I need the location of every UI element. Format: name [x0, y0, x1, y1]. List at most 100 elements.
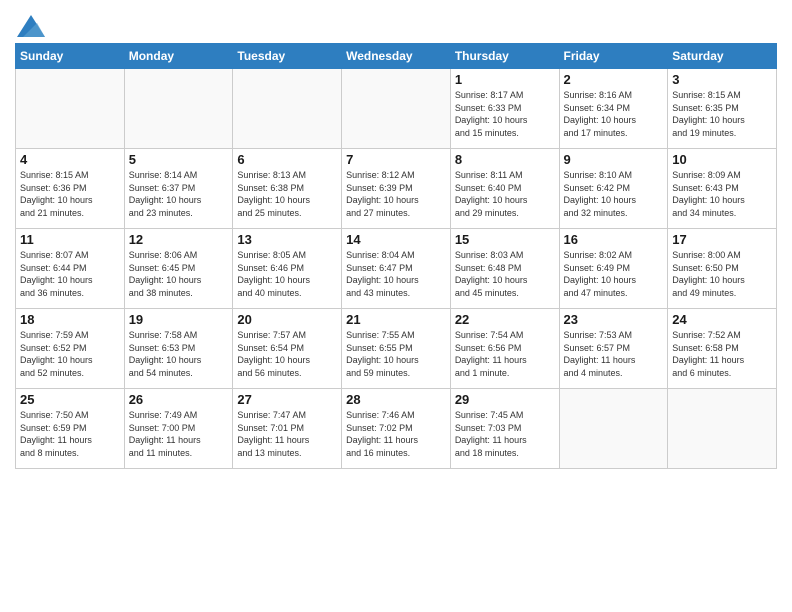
day-number: 25 [20, 392, 120, 407]
day-number: 12 [129, 232, 229, 247]
day-cell: 5 Sunrise: 8:14 AM Sunset: 6:37 PM Daylig… [124, 149, 233, 229]
day-info: Sunrise: 8:06 AM Sunset: 6:45 PM Dayligh… [129, 249, 229, 299]
day-cell: 18 Sunrise: 7:59 AM Sunset: 6:52 PM Dayli… [16, 309, 125, 389]
col-header-friday: Friday [559, 44, 668, 69]
day-number: 13 [237, 232, 337, 247]
day-number: 8 [455, 152, 555, 167]
day-cell: 27 Sunrise: 7:47 AM Sunset: 7:01 PM Dayli… [233, 389, 342, 469]
day-cell: 10Sunrise: 8:09 AM Sunset: 6:43 PM Dayli… [668, 149, 777, 229]
day-info: Sunrise: 8:02 AM Sunset: 6:49 PM Dayligh… [564, 249, 664, 299]
day-info: Sunrise: 8:14 AM Sunset: 6:37 PM Dayligh… [129, 169, 229, 219]
day-info: Sunrise: 8:09 AM Sunset: 6:43 PM Dayligh… [672, 169, 772, 219]
day-number: 6 [237, 152, 337, 167]
day-number: 17 [672, 232, 772, 247]
day-number: 27 [237, 392, 337, 407]
day-number: 5 [129, 152, 229, 167]
day-cell: 16 Sunrise: 8:02 AM Sunset: 6:49 PM Dayli… [559, 229, 668, 309]
logo-text [15, 15, 45, 37]
day-info: Sunrise: 7:57 AM Sunset: 6:54 PM Dayligh… [237, 329, 337, 379]
day-cell: 19 Sunrise: 7:58 AM Sunset: 6:53 PM Dayli… [124, 309, 233, 389]
day-cell [342, 69, 451, 149]
day-cell: 9 Sunrise: 8:10 AM Sunset: 6:42 PM Daylig… [559, 149, 668, 229]
col-header-thursday: Thursday [450, 44, 559, 69]
day-info: Sunrise: 8:03 AM Sunset: 6:48 PM Dayligh… [455, 249, 555, 299]
day-number: 2 [564, 72, 664, 87]
day-number: 9 [564, 152, 664, 167]
day-info: Sunrise: 7:50 AM Sunset: 6:59 PM Dayligh… [20, 409, 120, 459]
page: SundayMondayTuesdayWednesdayThursdayFrid… [0, 0, 792, 484]
day-cell: 29Sunrise: 7:45 AM Sunset: 7:03 PM Dayli… [450, 389, 559, 469]
day-cell [16, 69, 125, 149]
logo [15, 10, 45, 37]
day-cell: 26 Sunrise: 7:49 AM Sunset: 7:00 PM Dayli… [124, 389, 233, 469]
day-cell: 1 Sunrise: 8:17 AM Sunset: 6:33 PM Daylig… [450, 69, 559, 149]
header-row: SundayMondayTuesdayWednesdayThursdayFrid… [16, 44, 777, 69]
day-number: 22 [455, 312, 555, 327]
day-number: 3 [672, 72, 772, 87]
day-cell [668, 389, 777, 469]
day-cell: 17 Sunrise: 8:00 AM Sunset: 6:50 PM Dayli… [668, 229, 777, 309]
day-info: Sunrise: 7:46 AM Sunset: 7:02 PM Dayligh… [346, 409, 446, 459]
day-cell: 28 Sunrise: 7:46 AM Sunset: 7:02 PM Dayli… [342, 389, 451, 469]
day-cell: 22 Sunrise: 7:54 AM Sunset: 6:56 PM Dayli… [450, 309, 559, 389]
day-cell [124, 69, 233, 149]
day-number: 26 [129, 392, 229, 407]
day-info: Sunrise: 8:05 AM Sunset: 6:46 PM Dayligh… [237, 249, 337, 299]
day-cell [559, 389, 668, 469]
day-number: 21 [346, 312, 446, 327]
day-cell: 3 Sunrise: 8:15 AM Sunset: 6:35 PM Daylig… [668, 69, 777, 149]
day-info: Sunrise: 8:15 AM Sunset: 6:36 PM Dayligh… [20, 169, 120, 219]
col-header-sunday: Sunday [16, 44, 125, 69]
day-info: Sunrise: 7:53 AM Sunset: 6:57 PM Dayligh… [564, 329, 664, 379]
day-cell: 14Sunrise: 8:04 AM Sunset: 6:47 PM Dayli… [342, 229, 451, 309]
day-cell: 7 Sunrise: 8:12 AM Sunset: 6:39 PM Daylig… [342, 149, 451, 229]
day-cell: 2 Sunrise: 8:16 AM Sunset: 6:34 PM Daylig… [559, 69, 668, 149]
day-cell: 12 Sunrise: 8:06 AM Sunset: 6:45 PM Dayli… [124, 229, 233, 309]
logo-icon [17, 15, 45, 37]
day-cell: 13 Sunrise: 8:05 AM Sunset: 6:46 PM Dayli… [233, 229, 342, 309]
day-info: Sunrise: 8:00 AM Sunset: 6:50 PM Dayligh… [672, 249, 772, 299]
day-cell: 6 Sunrise: 8:13 AM Sunset: 6:38 PM Daylig… [233, 149, 342, 229]
day-number: 11 [20, 232, 120, 247]
day-info: Sunrise: 8:16 AM Sunset: 6:34 PM Dayligh… [564, 89, 664, 139]
day-number: 24 [672, 312, 772, 327]
day-cell: 24Sunrise: 7:52 AM Sunset: 6:58 PM Dayli… [668, 309, 777, 389]
col-header-monday: Monday [124, 44, 233, 69]
day-info: Sunrise: 8:13 AM Sunset: 6:38 PM Dayligh… [237, 169, 337, 219]
day-cell: 4 Sunrise: 8:15 AM Sunset: 6:36 PM Daylig… [16, 149, 125, 229]
day-cell: 11 Sunrise: 8:07 AM Sunset: 6:44 PM Dayli… [16, 229, 125, 309]
day-info: Sunrise: 8:07 AM Sunset: 6:44 PM Dayligh… [20, 249, 120, 299]
day-number: 16 [564, 232, 664, 247]
day-info: Sunrise: 7:54 AM Sunset: 6:56 PM Dayligh… [455, 329, 555, 379]
col-header-saturday: Saturday [668, 44, 777, 69]
day-info: Sunrise: 8:10 AM Sunset: 6:42 PM Dayligh… [564, 169, 664, 219]
week-row-2: 11 Sunrise: 8:07 AM Sunset: 6:44 PM Dayli… [16, 229, 777, 309]
day-number: 20 [237, 312, 337, 327]
day-info: Sunrise: 8:15 AM Sunset: 6:35 PM Dayligh… [672, 89, 772, 139]
day-info: Sunrise: 8:12 AM Sunset: 6:39 PM Dayligh… [346, 169, 446, 219]
day-cell: 8 Sunrise: 8:11 AM Sunset: 6:40 PM Daylig… [450, 149, 559, 229]
day-number: 18 [20, 312, 120, 327]
day-info: Sunrise: 8:17 AM Sunset: 6:33 PM Dayligh… [455, 89, 555, 139]
day-number: 19 [129, 312, 229, 327]
col-header-tuesday: Tuesday [233, 44, 342, 69]
week-row-1: 4 Sunrise: 8:15 AM Sunset: 6:36 PM Daylig… [16, 149, 777, 229]
week-row-4: 25 Sunrise: 7:50 AM Sunset: 6:59 PM Dayli… [16, 389, 777, 469]
col-header-wednesday: Wednesday [342, 44, 451, 69]
day-info: Sunrise: 8:11 AM Sunset: 6:40 PM Dayligh… [455, 169, 555, 219]
day-number: 4 [20, 152, 120, 167]
day-number: 7 [346, 152, 446, 167]
day-number: 1 [455, 72, 555, 87]
day-info: Sunrise: 7:59 AM Sunset: 6:52 PM Dayligh… [20, 329, 120, 379]
day-cell: 21 Sunrise: 7:55 AM Sunset: 6:55 PM Dayli… [342, 309, 451, 389]
day-cell: 20 Sunrise: 7:57 AM Sunset: 6:54 PM Dayli… [233, 309, 342, 389]
day-info: Sunrise: 7:58 AM Sunset: 6:53 PM Dayligh… [129, 329, 229, 379]
day-info: Sunrise: 7:55 AM Sunset: 6:55 PM Dayligh… [346, 329, 446, 379]
week-row-3: 18 Sunrise: 7:59 AM Sunset: 6:52 PM Dayli… [16, 309, 777, 389]
day-number: 28 [346, 392, 446, 407]
day-info: Sunrise: 7:49 AM Sunset: 7:00 PM Dayligh… [129, 409, 229, 459]
week-row-0: 1 Sunrise: 8:17 AM Sunset: 6:33 PM Daylig… [16, 69, 777, 149]
day-cell: 23Sunrise: 7:53 AM Sunset: 6:57 PM Dayli… [559, 309, 668, 389]
day-cell [233, 69, 342, 149]
day-info: Sunrise: 7:47 AM Sunset: 7:01 PM Dayligh… [237, 409, 337, 459]
